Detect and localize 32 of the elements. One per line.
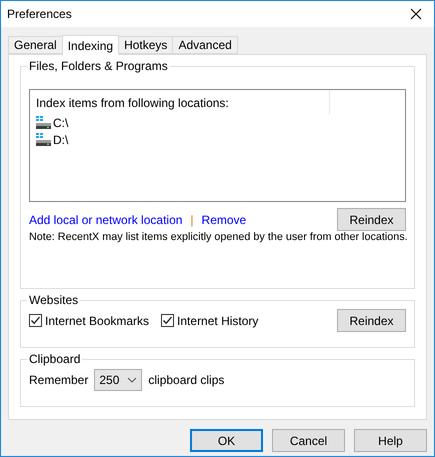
location-list[interactable]: Index items from following locations: C:\ D:\ <box>29 89 406 202</box>
group-title: Clipboard <box>28 352 82 366</box>
checkbox[interactable] <box>29 314 42 327</box>
tab[interactable]: General <box>8 36 63 54</box>
clips-label: clipboard clips <box>148 373 224 387</box>
separator: | <box>190 212 194 226</box>
tab[interactable]: Indexing <box>62 35 120 55</box>
link[interactable]: Remove <box>202 212 246 226</box>
drive-icon <box>35 133 51 146</box>
reindex-button[interactable]: Reindex <box>337 208 406 231</box>
reindex-button[interactable]: Reindex <box>337 309 406 332</box>
chevron-down-icon <box>127 377 138 383</box>
checkbox[interactable] <box>161 314 174 327</box>
tab[interactable]: Advanced <box>172 36 238 54</box>
checkbox-label[interactable]: Internet Bookmarks <box>45 314 150 328</box>
close-icon[interactable] <box>410 8 422 20</box>
clip-count-dropdown[interactable]: 250 <box>94 369 142 391</box>
checkbox-label[interactable]: Internet History <box>177 314 258 328</box>
list-item[interactable]: D:\ <box>53 132 68 146</box>
column-header[interactable]: Index items from following locations: <box>30 90 330 114</box>
group-title: Files, Folders & Programs <box>28 59 169 73</box>
dialog-button[interactable]: Help <box>354 429 427 452</box>
dialog-button[interactable]: Cancel <box>272 429 345 452</box>
link[interactable]: Add local or network location <box>29 212 182 226</box>
dialog-button[interactable]: OK <box>190 429 263 452</box>
window-title: Preferences <box>7 7 72 21</box>
note-text: Note: RecentX may list items explicitly opened by the user from other locations. <box>29 231 406 243</box>
group-title: Websites <box>28 293 80 307</box>
list-item[interactable]: C:\ <box>53 116 68 130</box>
remember-label: Remember <box>29 373 88 387</box>
tab[interactable]: Hotkeys <box>118 36 174 54</box>
drive-icon <box>35 116 51 129</box>
